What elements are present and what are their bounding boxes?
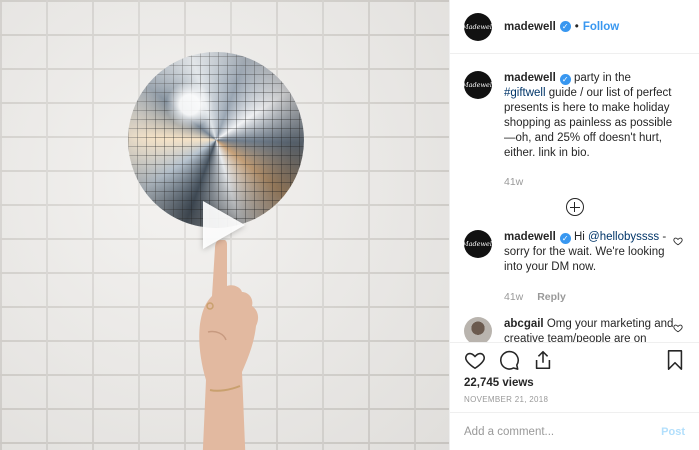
comment-body: Hi — [570, 231, 589, 243]
comment-item: abcgail Omg your marketing and creative … — [464, 317, 685, 342]
comment-text: madewell ✓ Hi @hellobyssss - sorry for th… — [504, 230, 674, 305]
timestamp[interactable]: 41w — [504, 176, 523, 188]
verified-badge-icon: ✓ — [559, 21, 571, 32]
verified-badge-icon: ✓ — [559, 74, 571, 85]
reply-button[interactable]: Reply — [537, 291, 566, 303]
avatar[interactable]: Madewell — [462, 12, 494, 41]
caption-text: madewell ✓ party in the #giftwell guide /… — [504, 71, 674, 190]
action-icons — [464, 344, 685, 376]
hashtag-link[interactable]: #giftwell — [504, 87, 546, 99]
comment-text: abcgail Omg your marketing and creative … — [504, 317, 674, 342]
instagram-post: Madewell madewell ✓ • Follow Madewell ma… — [0, 0, 699, 450]
action-bar: 22,745 views NOVEMBER 21, 2018 — [450, 342, 699, 404]
heart-icon[interactable] — [673, 236, 683, 246]
comment-icon[interactable] — [498, 349, 520, 371]
avatar[interactable]: Madewell — [462, 71, 494, 99]
comments-list: Madewell madewell ✓ party in the #giftwel… — [450, 55, 699, 342]
comment-item: Madewell madewell ✓ Hi @hellobyssss - sor… — [462, 230, 685, 305]
verified-badge-icon: ✓ — [559, 233, 571, 244]
post-header: Madewell madewell ✓ • Follow — [450, 0, 699, 54]
heart-icon[interactable] — [673, 323, 683, 333]
separator: • — [574, 20, 579, 33]
plus-circle-icon[interactable] — [565, 198, 584, 216]
comment-username[interactable]: madewell — [504, 231, 556, 243]
views-count[interactable]: 22,745 views — [464, 377, 685, 389]
post-button[interactable]: Post — [661, 426, 685, 438]
video-media[interactable] — [0, 0, 449, 450]
username-link[interactable]: madewell — [504, 21, 556, 33]
hand-image — [199, 240, 259, 450]
caption-body: party in the — [570, 72, 631, 84]
load-more — [464, 198, 685, 216]
post-sidebar: Madewell madewell ✓ • Follow Madewell ma… — [449, 0, 699, 450]
post-date[interactable]: NOVEMBER 21, 2018 — [464, 395, 685, 404]
comment-meta: 41w Reply — [504, 290, 674, 305]
heart-icon[interactable] — [464, 349, 486, 371]
comment-input[interactable]: Add a comment... — [464, 426, 661, 438]
caption-username[interactable]: madewell — [504, 72, 556, 84]
avatar[interactable] — [464, 317, 492, 342]
timestamp[interactable]: 41w — [504, 291, 523, 303]
caption: Madewell madewell ✓ party in the #giftwel… — [462, 71, 685, 190]
caption-meta: 41w — [504, 175, 674, 190]
share-icon[interactable] — [532, 349, 554, 371]
mention-link[interactable]: @hellobyssss — [588, 231, 659, 243]
bookmark-icon[interactable] — [665, 349, 685, 371]
follow-button[interactable]: Follow — [583, 21, 619, 33]
comment-composer: Add a comment... Post — [450, 412, 699, 450]
play-icon[interactable] — [203, 201, 245, 249]
comment-username[interactable]: abcgail — [504, 318, 544, 330]
avatar[interactable]: Madewell — [462, 230, 494, 258]
